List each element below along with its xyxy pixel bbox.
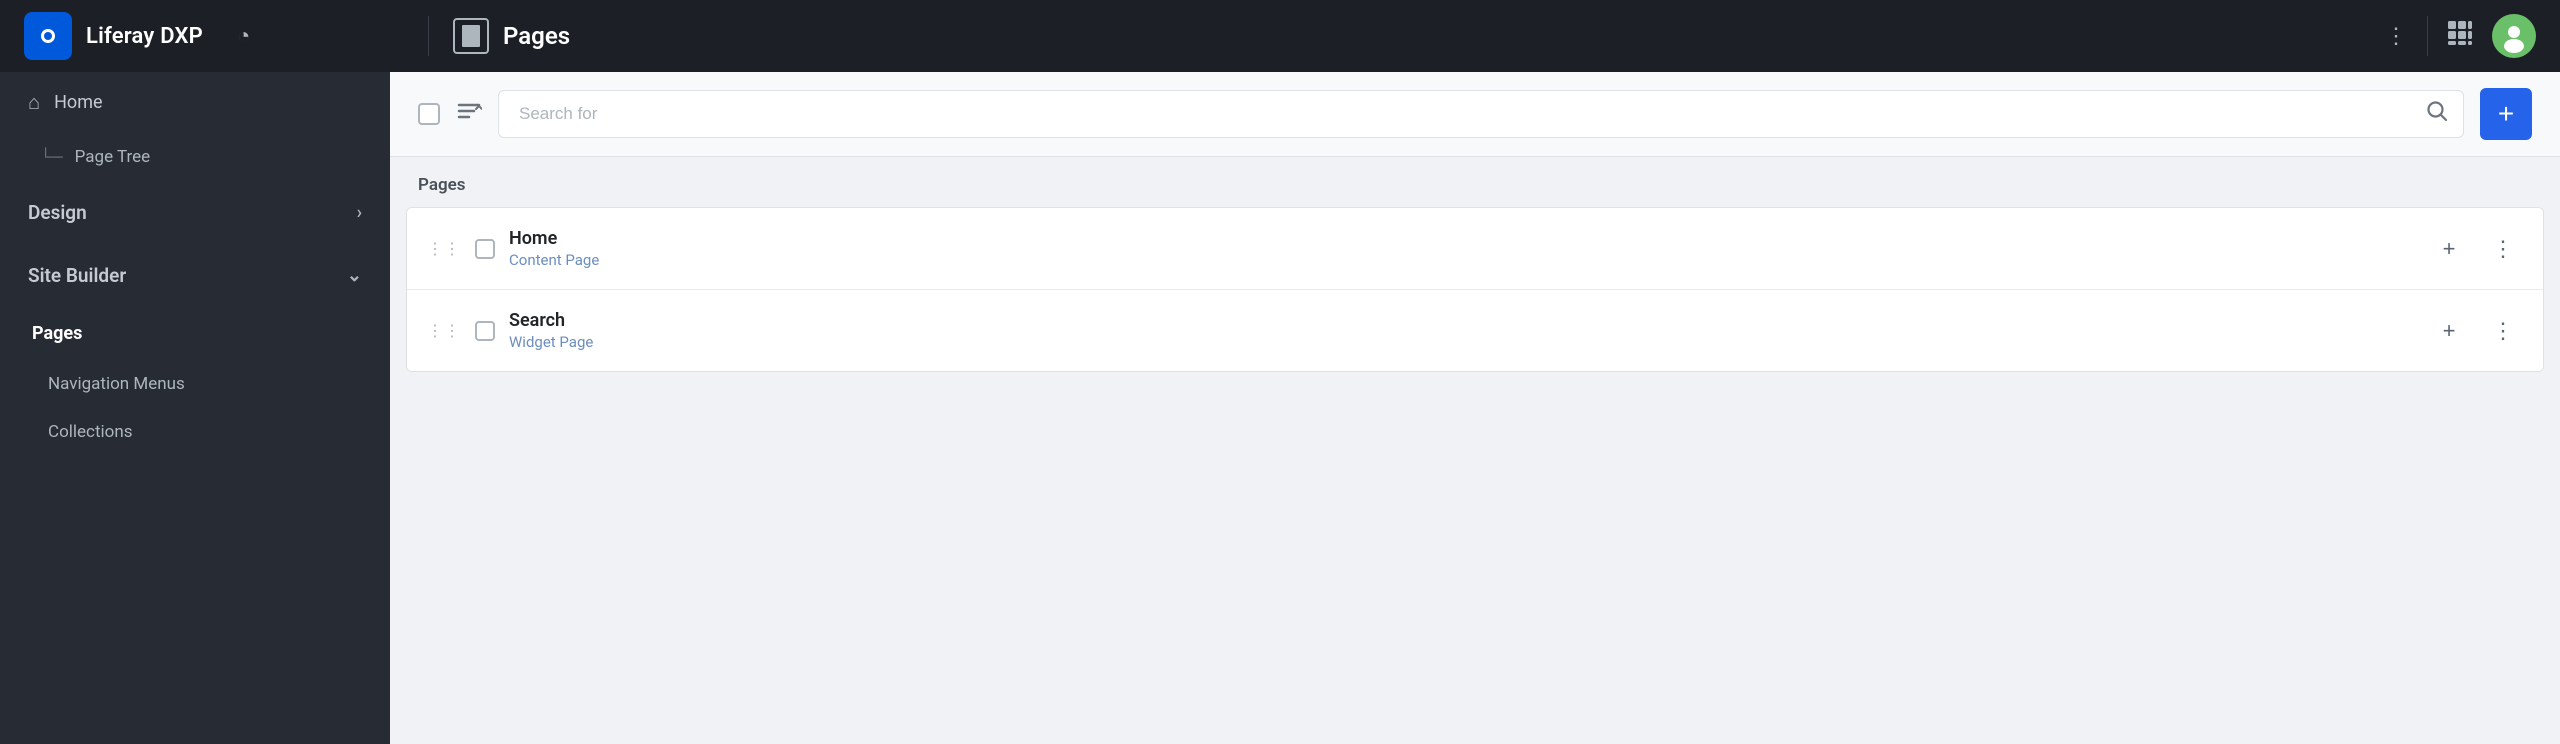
sort-icon[interactable]	[456, 98, 482, 130]
drag-handle-icon[interactable]: ⋮⋮	[427, 239, 461, 258]
user-avatar[interactable]	[2492, 14, 2536, 58]
page-type-home: Content Page	[509, 251, 2415, 269]
brand-name: Liferay DXP	[86, 24, 203, 49]
content-area: + Pages ⋮⋮ Home Content Page + ⋮	[390, 72, 2560, 744]
pages-label: Pages	[32, 323, 82, 344]
kebab-menu-icon[interactable]: ⋮	[2385, 24, 2409, 49]
nav-vertical-divider	[2427, 16, 2428, 56]
page-name-home: Home	[509, 228, 2415, 249]
pages-list: ⋮⋮ Home Content Page + ⋮ ⋮⋮ Search Widg	[406, 207, 2544, 372]
page-tree-label: Page Tree	[75, 147, 150, 167]
add-child-page-button-search[interactable]: +	[2429, 311, 2469, 351]
chevron-down-icon: ⌄	[347, 265, 362, 286]
chevron-right-icon: ›	[357, 202, 362, 223]
home-icon: ⌂	[28, 90, 40, 115]
page-info-search: Search Widget Page	[509, 310, 2415, 351]
tree-icon: └─	[40, 147, 63, 167]
reload-icon[interactable]: ◔	[237, 23, 250, 49]
page-type-search: Widget Page	[509, 333, 2415, 351]
nav-right: ⋮	[2385, 14, 2536, 58]
home-label: Home	[54, 92, 102, 113]
sidebar-item-collections[interactable]: Collections	[0, 408, 390, 456]
page-title-area: Pages	[453, 18, 2385, 54]
pages-content: Pages ⋮⋮ Home Content Page + ⋮ ⋮⋮	[390, 157, 2560, 744]
pages-section-label: Pages	[390, 157, 2560, 207]
sidebar: ⌂ Home └─ Page Tree Design › Site Builde…	[0, 72, 390, 744]
top-navbar: Liferay DXP ◔ Pages ⋮	[0, 0, 2560, 72]
nav-divider	[428, 16, 429, 56]
search-bar	[498, 90, 2464, 138]
brand-area: Liferay DXP ◔	[24, 12, 404, 60]
row-kebab-menu-search[interactable]: ⋮	[2483, 311, 2523, 351]
page-icon-inner	[462, 25, 480, 47]
page-info-home: Home Content Page	[509, 228, 2415, 269]
drag-handle-icon[interactable]: ⋮⋮	[427, 321, 461, 340]
sidebar-section-design[interactable]: Design ›	[0, 181, 390, 244]
sidebar-section-site-builder[interactable]: Site Builder ⌄	[0, 244, 390, 307]
sidebar-item-pages[interactable]: Pages	[0, 307, 390, 360]
select-all-checkbox[interactable]	[418, 103, 440, 125]
content-toolbar: +	[390, 72, 2560, 157]
site-builder-label: Site Builder	[28, 264, 126, 287]
search-button[interactable]	[2426, 100, 2448, 128]
page-main-title: Pages	[503, 22, 570, 50]
add-page-button[interactable]: +	[2480, 88, 2532, 140]
page-icon-box	[453, 18, 489, 54]
row-checkbox-home[interactable]	[475, 239, 495, 259]
row-checkbox-search[interactable]	[475, 321, 495, 341]
collections-label: Collections	[48, 422, 133, 442]
navigation-menus-label: Navigation Menus	[48, 374, 185, 394]
table-row: ⋮⋮ Home Content Page + ⋮	[407, 208, 2543, 290]
table-row: ⋮⋮ Search Widget Page + ⋮	[407, 290, 2543, 371]
design-label: Design	[28, 201, 87, 224]
brand-logo[interactable]	[24, 12, 72, 60]
sidebar-item-home[interactable]: ⌂ Home	[0, 72, 390, 133]
sidebar-item-page-tree[interactable]: └─ Page Tree	[0, 133, 390, 181]
main-layout: ⌂ Home └─ Page Tree Design › Site Builde…	[0, 72, 2560, 744]
app-grid-icon[interactable]	[2446, 19, 2474, 54]
search-input[interactable]	[498, 90, 2464, 138]
sidebar-item-navigation-menus[interactable]: Navigation Menus	[0, 360, 390, 408]
add-child-page-button-home[interactable]: +	[2429, 229, 2469, 269]
page-name-search: Search	[509, 310, 2415, 331]
row-kebab-menu-home[interactable]: ⋮	[2483, 229, 2523, 269]
